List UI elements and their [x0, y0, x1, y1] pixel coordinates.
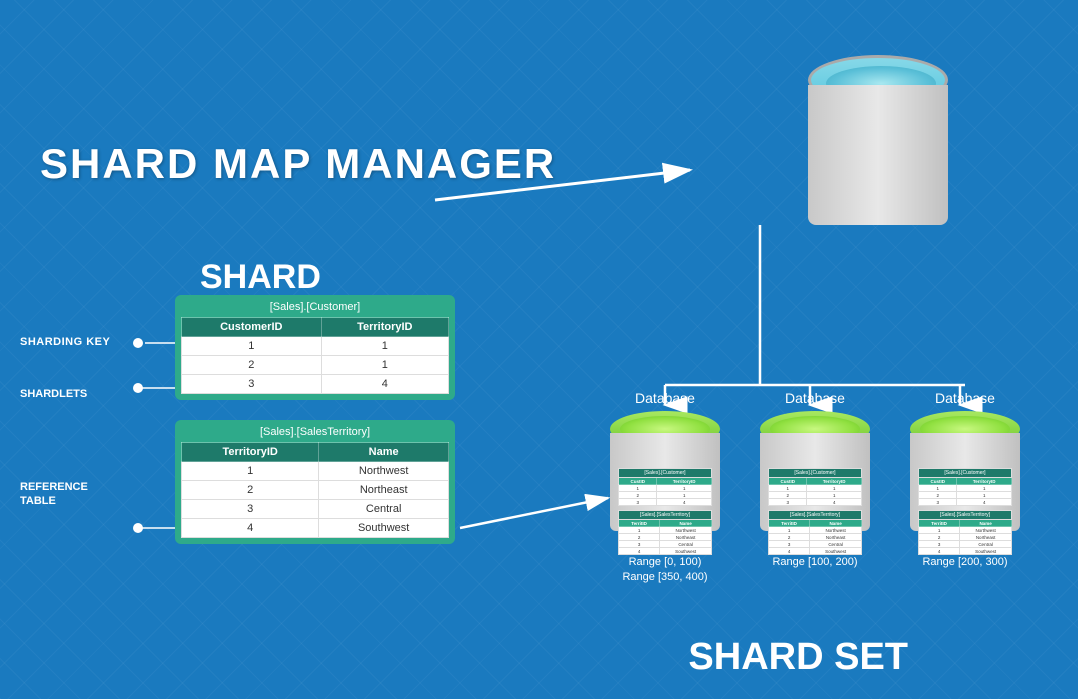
customer-table-container: [Sales].[Customer] CustomerID TerritoryI… [175, 295, 455, 400]
shard-1-range: Range [0, 100)Range [350, 400) [622, 555, 707, 586]
shard-3-item: Database [Sales].[Customer] CustIDTerrit… [900, 390, 1030, 570]
territory-table-container: [Sales].[SalesTerritory] TerritoryID Nam… [175, 420, 455, 544]
shards-section: Database [Sales].[Customer] CustIDTerrit… [600, 390, 1030, 586]
database-label-1: Database [635, 390, 695, 406]
territory-table: TerritoryID Name 1Northwest 2Northeast 3… [181, 442, 449, 538]
shard-2-body: [Sales].[Customer] CustIDTerritoryID 11 … [760, 433, 870, 531]
shardlets-label: SHARDLETS [20, 388, 87, 400]
col-territoryid-2: TerritoryID [182, 443, 319, 462]
table-row: 34 [182, 375, 449, 394]
table-row: 11 [182, 337, 449, 356]
customer-table: CustomerID TerritoryID 11 21 34 [181, 317, 449, 394]
shard-1-tables: [Sales].[Customer] CustIDTerritoryID 11 … [618, 468, 712, 559]
table-row: 21 [182, 356, 449, 375]
shard-label: SHARD [200, 258, 321, 297]
sharding-key-label: SHARDING KEY [20, 336, 110, 348]
customer-table-title: [Sales].[Customer] [181, 301, 449, 313]
shard-1-cylinder: [Sales].[Customer] CustIDTerritoryID 11 … [610, 411, 720, 531]
mini-territory-table-2: [Sales].[SalesTerritory] TerritIDName 1N… [768, 510, 862, 555]
shard-2-cylinder: [Sales].[Customer] CustIDTerritoryID 11 … [760, 411, 870, 531]
shard-set-label: SHARD SET [688, 636, 908, 679]
shard-2-item: Database [Sales].[Customer] CustIDTerrit… [750, 390, 880, 570]
col-territoryid: TerritoryID [321, 318, 448, 337]
table-row: 1Northwest [182, 462, 449, 481]
col-name: Name [319, 443, 449, 462]
shard-3-body: [Sales].[Customer] CustIDTerritoryID 11 … [910, 433, 1020, 531]
database-label-3: Database [935, 390, 995, 406]
shard-3-cylinder: [Sales].[Customer] CustIDTerritoryID 11 … [910, 411, 1020, 531]
mini-territory-table-3: [Sales].[SalesTerritory] TerritIDName 1N… [918, 510, 1012, 555]
table-row: 3Central [182, 500, 449, 519]
shard-3-tables: [Sales].[Customer] CustIDTerritoryID 11 … [918, 468, 1012, 559]
tables-container: [Sales].[Customer] CustomerID TerritoryI… [175, 295, 455, 544]
mini-customer-table-1: [Sales].[Customer] CustIDTerritoryID 11 … [618, 468, 712, 506]
shard-2-tables: [Sales].[Customer] CustIDTerritoryID 11 … [768, 468, 862, 559]
reference-table-label: REFERENCETABLE [20, 480, 88, 509]
mini-territory-table-1: [Sales].[SalesTerritory] TerritIDName 1N… [618, 510, 712, 555]
table-row: 4Southwest [182, 519, 449, 538]
territory-table-title: [Sales].[SalesTerritory] [181, 426, 449, 438]
shard-1-item: Database [Sales].[Customer] CustIDTerrit… [600, 390, 730, 586]
database-label-2: Database [785, 390, 845, 406]
col-customerid: CustomerID [182, 318, 322, 337]
shard-1-body: [Sales].[Customer] CustIDTerritoryID 11 … [610, 433, 720, 531]
sharding-key-dot [133, 338, 143, 348]
main-database-cylinder [808, 55, 948, 225]
main-title: SHARD MAP MANAGER [40, 140, 556, 188]
cylinder-body [808, 85, 948, 225]
mini-customer-table-2: [Sales].[Customer] CustIDTerritoryID 11 … [768, 468, 862, 506]
shardlets-dot [133, 383, 143, 393]
reference-table-dot [133, 523, 143, 533]
mini-customer-table-3: [Sales].[Customer] CustIDTerritoryID 11 … [918, 468, 1012, 506]
table-row: 2Northeast [182, 481, 449, 500]
